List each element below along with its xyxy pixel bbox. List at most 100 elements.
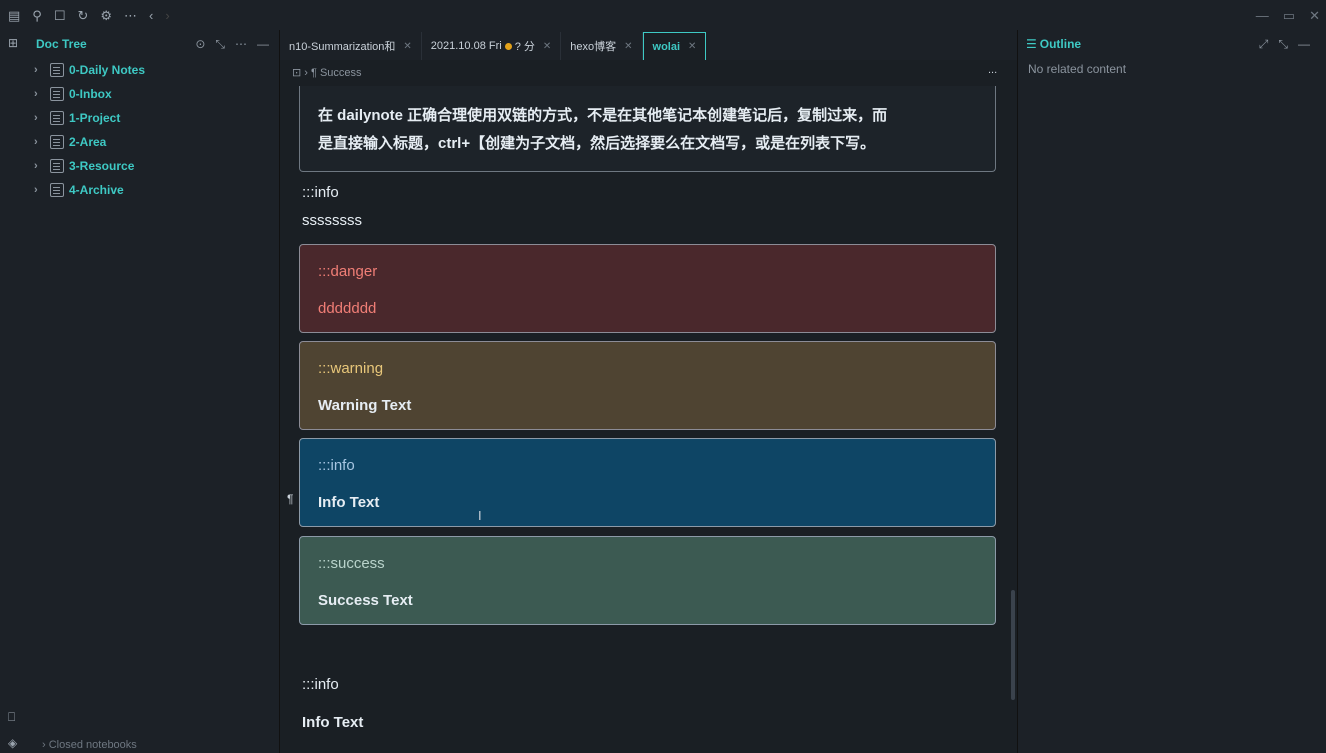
tab-daily-note[interactable]: 2021.10.08 Fri ? 分 ✕ (422, 32, 562, 60)
forward-icon[interactable]: › (165, 8, 169, 24)
sidebar-icon[interactable]: ▤ (8, 8, 20, 24)
status-dot-icon (504, 42, 512, 50)
breadcrumb-doc-icon[interactable]: ⊡ › (292, 67, 308, 79)
outline-empty-text: No related content (1028, 62, 1127, 76)
bookmark-icon[interactable]: ⎕ (8, 710, 15, 725)
notebook-label: 2-Area (69, 135, 107, 149)
chevron-right-icon[interactable]: › (34, 112, 46, 124)
outline-icon: ☰ (1026, 37, 1037, 51)
close-tab-icon[interactable]: ✕ (624, 41, 632, 52)
breadcrumb: ⊡ › ¶ Success ... (292, 64, 997, 79)
chevron-right-icon[interactable]: › (34, 64, 46, 76)
doc-tree-panel: Doc Tree ⊙ ⤡ ⋯ — › 0-Daily Notes › 0-Inbox… (28, 30, 280, 753)
notebook-icon (50, 183, 64, 197)
tab-summarization[interactable]: n10-Summarization和 ✕ (280, 32, 422, 60)
callout-text: ddddddd (318, 300, 377, 317)
tag-icon[interactable]: ◈ (8, 736, 17, 750)
editor[interactable]: ⊡ › ¶ Success ... 在 dailynote 正确合理使用双链的方… (280, 60, 1017, 753)
notebook-item[interactable]: › 2-Area (28, 130, 279, 154)
chevron-right-icon[interactable]: › (34, 136, 46, 148)
notebook-item[interactable]: › 0-Daily Notes (28, 58, 279, 82)
notebook-item[interactable]: › 4-Archive (28, 178, 279, 202)
chevron-right-icon[interactable]: › (34, 160, 46, 172)
close-tab-icon[interactable]: ✕ (543, 41, 551, 52)
gear-icon[interactable]: ⚙ (100, 8, 112, 24)
tab-wolai[interactable]: wolai ✕ (642, 32, 707, 60)
info-callout[interactable]: :::info Info Text (299, 438, 996, 527)
block-handle-icon[interactable]: ¶ (287, 492, 293, 506)
close-tab-icon[interactable]: ✕ (403, 41, 411, 52)
callout-text: Warning Text (318, 397, 412, 414)
doc-tree-actions: ⊙ ⤡ ⋯ — (195, 37, 269, 52)
scrollbar[interactable] (1011, 590, 1015, 700)
success-callout[interactable]: :::success Success Text (299, 536, 996, 625)
outline-panel: ☰ Outline ⤢ ⤡ — No related content (1017, 30, 1320, 753)
expand-icon[interactable]: ⤢ (1259, 37, 1269, 52)
text-cursor-icon: I (478, 508, 482, 523)
tab-label: n10-Summarization和 (289, 41, 396, 53)
doc-tree-header: Doc Tree ⊙ ⤡ ⋯ — (28, 30, 279, 58)
callout-label: :::success (318, 555, 385, 572)
notebook-item[interactable]: › 0-Inbox (28, 82, 279, 106)
left-dock: ⊞ ⎕ ◈ (0, 30, 28, 753)
search-icon[interactable]: ⚲ (32, 8, 42, 24)
tab-suffix: ? 分 (514, 41, 535, 53)
minimize-icon[interactable]: — (1256, 8, 1269, 24)
notebook-icon (50, 135, 64, 149)
callout-label: :::info (318, 457, 355, 474)
callout-text: Info Text (318, 494, 380, 511)
info-plain-label[interactable]: :::info (302, 184, 339, 201)
chevron-right-icon[interactable]: › (34, 88, 46, 100)
notebook-label: 1-Project (69, 111, 121, 125)
minimize-panel-icon[interactable]: — (1298, 37, 1310, 52)
close-icon[interactable]: ✕ (1309, 8, 1320, 24)
info-plain-label[interactable]: :::info (302, 676, 339, 693)
notebook-icon (50, 111, 64, 125)
notebook-label: 0-Inbox (69, 87, 112, 101)
notebook-item[interactable]: › 3-Resource (28, 154, 279, 178)
callout-label: :::warning (318, 360, 384, 377)
notebook-list: › 0-Daily Notes › 0-Inbox › 1-Project › 2-Ar… (28, 58, 279, 202)
sync-icon[interactable]: ↻ (77, 8, 88, 24)
info-plain-text[interactable]: ssssssss (302, 212, 362, 229)
collapse-icon[interactable]: ⤡ (1278, 37, 1288, 52)
notebook-label: 0-Daily Notes (69, 63, 146, 77)
more-menu-icon[interactable]: ... (988, 64, 997, 76)
danger-callout[interactable]: :::danger ddddddd (299, 244, 996, 333)
square-icon[interactable]: ☐ (54, 8, 66, 24)
more-icon[interactable]: ⋯ (235, 37, 247, 52)
close-tab-icon[interactable]: ✕ (688, 41, 696, 52)
info-plain-text[interactable]: Info Text (302, 714, 363, 731)
collapse-icon[interactable]: ⤡ (215, 37, 225, 52)
quote-line: 是直接输入标题，ctrl+【创建为子文档，然后选择要么在文档写，或是在列表下写。 (318, 135, 876, 152)
breadcrumb-item[interactable]: ¶ Success (311, 67, 362, 79)
maximize-icon[interactable]: ▭ (1283, 8, 1295, 24)
notebook-icon (50, 63, 64, 77)
more-icon[interactable]: ⋯ (124, 8, 137, 24)
notebook-item[interactable]: › 1-Project (28, 106, 279, 130)
minimize-panel-icon[interactable]: — (257, 37, 269, 52)
quote-line: 在 dailynote 正确合理使用双链的方式，不是在其他笔记本创建笔记后，复制… (318, 107, 888, 124)
right-dock (1320, 30, 1326, 753)
closed-notebooks[interactable]: › Closed notebooks (42, 739, 137, 751)
notebook-icon (50, 159, 64, 173)
blockquote[interactable]: 在 dailynote 正确合理使用双链的方式，不是在其他笔记本创建笔记后，复制… (299, 86, 996, 172)
window-controls: — ▭ ✕ (1256, 8, 1320, 24)
back-icon[interactable]: ‹ (149, 8, 153, 24)
warning-callout[interactable]: :::warning Warning Text (299, 341, 996, 430)
callout-label: :::danger (318, 263, 378, 280)
top-bar: ▤ ⚲ ☐ ↻ ⚙ ⋯ ‹ › — ▭ ✕ (0, 0, 1326, 30)
tab-label: 2021.10.08 Fri (430, 40, 502, 52)
tab-hexo[interactable]: hexo博客 ✕ (561, 32, 643, 60)
notebook-label: 3-Resource (69, 159, 135, 173)
notebook-label: 4-Archive (69, 183, 124, 197)
outline-header: ☰ Outline ⤢ ⤡ — (1018, 30, 1320, 58)
doc-tree-dock-icon[interactable]: ⊞ (8, 36, 18, 50)
chevron-right-icon[interactable]: › (34, 184, 46, 196)
notebook-icon (50, 87, 64, 101)
tab-label: wolai (652, 40, 681, 53)
focus-icon[interactable]: ⊙ (195, 37, 205, 52)
callout-text: Success Text (318, 592, 413, 609)
doc-tree-title: Doc Tree (36, 37, 87, 51)
outline-title: Outline (1039, 37, 1082, 51)
